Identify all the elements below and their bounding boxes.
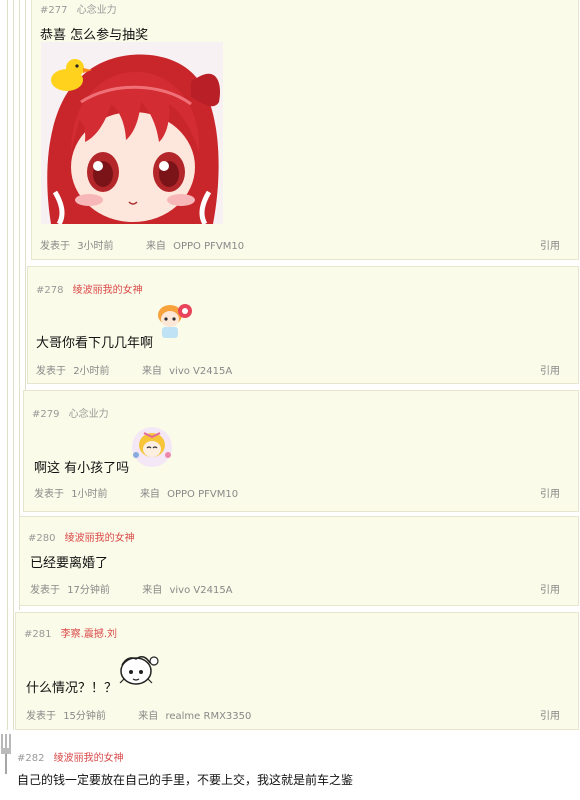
sticker-emoji [132, 427, 172, 467]
floor-number: #280 [28, 533, 56, 544]
floor-number: #278 [36, 285, 64, 296]
post-time: 15分钟前 [63, 711, 106, 722]
posted-label: 发表于 [30, 585, 60, 596]
reply-content: 大哥你看下几几年啊 [36, 336, 154, 351]
floor-number: #282 [17, 753, 45, 764]
reply-header: #278 绫波丽我的女神 [36, 281, 143, 296]
reply-meta: 发表于 2小时前 来自 vivo V2415A [36, 362, 236, 377]
quote-button[interactable]: 引用 [540, 237, 560, 252]
sticker-emoji [119, 656, 159, 685]
device-name: OPPO PFVM10 [173, 241, 245, 252]
author-name[interactable]: 绫波丽我的女神 [65, 533, 135, 544]
reply-header: #277 心念业力 [40, 1, 117, 16]
sticker-emoji [158, 304, 192, 338]
floor-number: #281 [24, 629, 52, 640]
quote-button[interactable]: 引用 [540, 581, 560, 596]
from-label: 来自 [138, 711, 159, 722]
anime-girl-image[interactable] [41, 42, 223, 224]
reply-meta: 发表于 1小时前 来自 OPPO PFVM10 [34, 485, 242, 500]
anime-girl-illustration [41, 42, 223, 224]
author-name[interactable]: 心念业力 [77, 5, 117, 16]
device-name: OPPO PFVM10 [167, 489, 239, 500]
author-name[interactable]: 绫波丽我的女神 [73, 285, 143, 296]
nest-rule [7, 0, 8, 730]
author-name[interactable]: 心念业力 [69, 409, 109, 420]
device-name: realme RMX3350 [165, 711, 252, 722]
author-name[interactable]: 李察.震撼.刘 [61, 629, 117, 640]
quote-button[interactable]: 引用 [540, 362, 560, 377]
from-label: 来自 [142, 585, 163, 596]
from-label: 来自 [145, 241, 166, 252]
reply-279: #279 心念业力 啊这 有小孩了吗 发表于 1小时前 来自 OPPO PFVM… [23, 390, 579, 512]
reply-content: 自己的钱一定要放在自己的手里，不要上交，我这就是前车之鉴 [17, 773, 354, 787]
reply-header: #280 绫波丽我的女神 [28, 529, 135, 544]
reply-header: #279 心念业力 [32, 405, 109, 420]
reply-meta: 发表于 15分钟前 来自 realme RMX3350 [26, 707, 255, 722]
reply-278: #278 绫波丽我的女神 大哥你看下几几年啊 发表于 2小时前 来自 vivo … [27, 266, 579, 384]
posted-label: 发表于 [26, 711, 56, 722]
reply-content: 什么情况？！？ [26, 681, 118, 696]
floor-number: #277 [40, 5, 68, 16]
posted-label: 发表于 [40, 241, 70, 252]
from-label: 来自 [139, 489, 160, 500]
reply-meta: 发表于 17分钟前 来自 vivo V2415A [30, 581, 237, 596]
quote-button[interactable]: 引用 [540, 707, 560, 722]
reply-content: 啊这 有小孩了吗 [34, 461, 130, 476]
reply-280: #280 绫波丽我的女神 已经要离婚了 发表于 17分钟前 来自 vivo V2… [19, 516, 579, 606]
reply-thread: #277 心念业力 恭喜 怎么参与抽奖 发表于 3小时前 来自 OPPO PFV… [0, 0, 580, 800]
reply-meta: 发表于 3小时前 来自 OPPO PFVM10 [40, 237, 248, 252]
post-time: 3小时前 [77, 241, 114, 252]
author-name[interactable]: 绫波丽我的女神 [54, 753, 124, 764]
device-name: vivo V2415A [169, 366, 233, 377]
device-name: vivo V2415A [169, 585, 233, 596]
reply-header: #281 李察.震撼.刘 [24, 625, 117, 640]
reply-content: 已经要离婚了 [30, 556, 109, 571]
reply-277: #277 心念业力 恭喜 怎么参与抽奖 发表于 3小时前 来自 OPPO PFV… [31, 0, 579, 260]
from-label: 来自 [141, 366, 162, 377]
floor-number: #279 [32, 409, 60, 420]
post-time: 2小时前 [73, 366, 110, 377]
post-time: 17分钟前 [67, 585, 110, 596]
thread-branch-icon [1, 734, 11, 774]
posted-label: 发表于 [36, 366, 66, 377]
nest-rule [13, 0, 14, 730]
quote-button[interactable]: 引用 [540, 485, 560, 500]
reply-281: #281 李察.震撼.刘 什么情况？！？ 发表于 15分钟前 来自 realme… [15, 612, 579, 730]
post-time: 1小时前 [71, 489, 108, 500]
reply-header: #282 绫波丽我的女神 [17, 749, 124, 764]
reply-content: 恭喜 怎么参与抽奖 [40, 28, 149, 43]
posted-label: 发表于 [34, 489, 64, 500]
